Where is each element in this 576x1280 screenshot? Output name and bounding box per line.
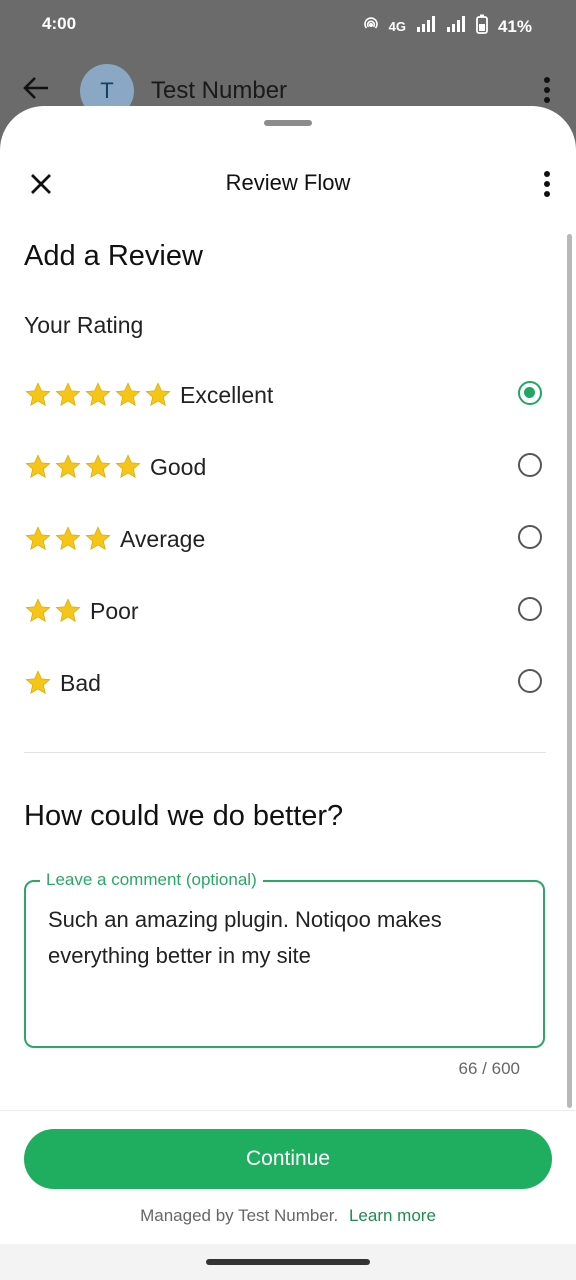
rating-label: Your Rating [24, 312, 144, 338]
review-sheet: Review Flow Add a Review Your Rating Exc… [0, 106, 576, 1280]
star-icon [114, 453, 144, 481]
sheet-header: Review Flow [0, 156, 576, 210]
managed-by: Managed by Test Number. Learn more [0, 1206, 576, 1226]
learn-more-link[interactable]: Learn more [349, 1206, 436, 1225]
star-rating [24, 597, 84, 625]
hotspot-icon [363, 16, 379, 37]
signal-icon [416, 16, 436, 37]
star-icon [24, 453, 54, 481]
rating-option-label: Bad [60, 670, 101, 696]
continue-button[interactable]: Continue [24, 1129, 552, 1189]
scrollbar[interactable] [567, 234, 572, 1108]
battery-level: 41% [497, 16, 532, 36]
radio-button[interactable] [518, 669, 542, 693]
character-counter: 66 / 600 [458, 1059, 520, 1078]
rating-option-average[interactable]: Average [24, 515, 546, 563]
star-rating [24, 453, 144, 481]
star-icon [24, 525, 54, 553]
star-icon [84, 525, 114, 553]
contact-name: Test Number [151, 77, 288, 104]
signal-icon-2 [446, 16, 466, 37]
star-icon [54, 453, 84, 481]
rating-option-good[interactable]: Good [24, 443, 546, 491]
star-icon [24, 597, 54, 625]
footer-divider [0, 1110, 576, 1111]
status-icons: 4G 41% [363, 14, 532, 39]
star-icon [24, 381, 54, 409]
radio-button[interactable] [518, 381, 542, 405]
rating-option-label: Poor [90, 598, 139, 624]
star-rating [24, 381, 174, 409]
network-type: 4G [388, 19, 406, 34]
star-icon [84, 381, 114, 409]
back-arrow-icon[interactable] [22, 74, 50, 107]
star-rating [24, 525, 114, 553]
home-gesture-bar[interactable] [206, 1259, 370, 1265]
rating-option-label: Average [120, 526, 206, 552]
star-icon [144, 381, 174, 409]
status-time: 4:00 [42, 14, 77, 33]
star-rating [24, 669, 54, 697]
rating-option-poor[interactable]: Poor [24, 587, 546, 635]
rating-option-excellent[interactable]: Excellent [24, 371, 546, 419]
star-icon [114, 381, 144, 409]
improve-heading: How could we do better? [24, 800, 344, 832]
radio-button[interactable] [518, 597, 542, 621]
star-icon [54, 525, 84, 553]
comment-label: Leave a comment (optional) [40, 870, 263, 890]
more-options-icon[interactable] [544, 170, 550, 203]
comment-text[interactable]: Such an amazing plugin. Notiqoo makes ev… [48, 902, 508, 974]
chat-menu-icon[interactable] [544, 76, 550, 109]
avatar-initial: T [100, 78, 114, 103]
comment-field[interactable]: Leave a comment (optional) Such an amazi… [24, 870, 545, 1048]
rating-option-bad[interactable]: Bad [24, 659, 546, 707]
rating-option-label: Excellent [180, 382, 274, 408]
managed-text: Managed by Test Number. [140, 1206, 339, 1225]
system-nav-bar [0, 1244, 576, 1280]
star-icon [84, 453, 114, 481]
star-icon [24, 669, 54, 697]
star-icon [54, 381, 84, 409]
sheet-title: Review Flow [225, 170, 351, 195]
status-bar: 4:00 4G 41% [0, 0, 576, 50]
radio-button[interactable] [518, 453, 542, 477]
drag-handle[interactable] [264, 120, 312, 126]
battery-icon [476, 14, 488, 39]
review-heading: Add a Review [24, 240, 203, 272]
rating-option-label: Good [150, 454, 207, 480]
radio-button[interactable] [518, 525, 542, 549]
divider [24, 752, 546, 753]
continue-label: Continue [245, 1147, 331, 1170]
star-icon [54, 597, 84, 625]
